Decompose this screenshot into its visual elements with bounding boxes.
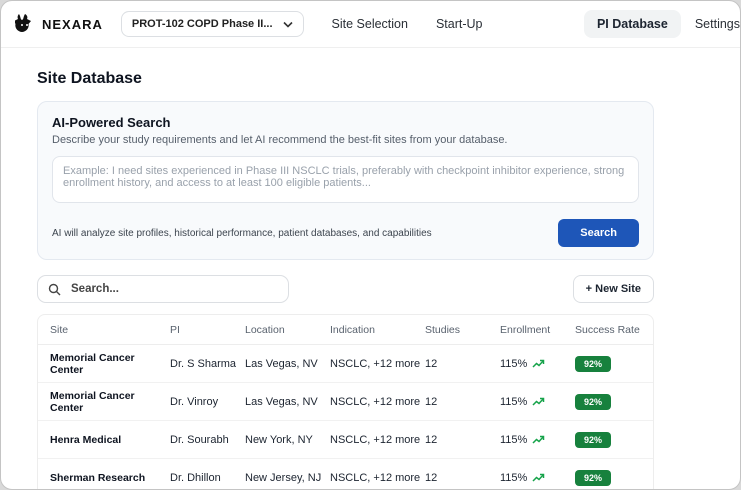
brand: NEXARA bbox=[15, 13, 103, 35]
chevron-down-icon bbox=[282, 21, 293, 28]
ai-search-textarea[interactable] bbox=[52, 156, 639, 203]
top-nav-right: PI Database Settings bbox=[583, 10, 740, 38]
ai-search-subtitle: Describe your study requirements and let… bbox=[52, 134, 508, 146]
protocol-selector-label: PROT-102 COPD Phase II... bbox=[131, 18, 273, 30]
nav-item-site-selection[interactable]: Site Selection bbox=[332, 17, 408, 31]
site-location: Las Vegas, NV bbox=[245, 357, 318, 370]
column-header-site: Site bbox=[50, 323, 69, 336]
pi-name: Dr. Sourabh bbox=[170, 433, 229, 446]
site-name: Sherman Research bbox=[50, 471, 146, 484]
pi-name: Dr. S Sharma bbox=[170, 357, 237, 370]
site-location: New Jersey, NJ bbox=[245, 471, 322, 484]
app-window: NEXARA PROT-102 COPD Phase II... Site Se… bbox=[0, 0, 741, 490]
table-row[interactable]: Memorial Cancer Center Dr. Vinroy Las Ve… bbox=[38, 383, 653, 421]
column-header-indication: Indication bbox=[330, 323, 375, 336]
site-success-rate: 92% bbox=[575, 431, 653, 448]
pi-name: Dr. Dhillon bbox=[170, 471, 221, 484]
ai-search-button[interactable]: Search bbox=[558, 219, 639, 247]
ai-search-title: AI-Powered Search bbox=[52, 115, 171, 130]
success-rate-badge: 92% bbox=[575, 355, 612, 372]
enrollment-value: 115% bbox=[500, 433, 528, 446]
site-indication: NSCLC, +12 more bbox=[330, 395, 421, 408]
success-rate-badge: 92% bbox=[575, 431, 612, 448]
site-name: Memorial Cancer Center bbox=[50, 389, 135, 414]
site-indication: NSCLC, +12 more bbox=[330, 433, 421, 446]
success-rate-badge: 92% bbox=[575, 469, 612, 486]
enrollment-value: 115% bbox=[500, 357, 528, 370]
table-toolbar: + New Site bbox=[37, 275, 654, 303]
site-success-rate: 92% bbox=[575, 393, 653, 410]
site-success-rate: 92% bbox=[575, 469, 653, 486]
site-studies: 12 bbox=[425, 395, 438, 408]
ai-search-footnote: AI will analyze site profiles, historica… bbox=[52, 227, 432, 239]
site-name: Memorial Cancer Center bbox=[50, 351, 135, 376]
site-enrollment: 115% bbox=[500, 472, 575, 484]
brand-name: NEXARA bbox=[42, 16, 103, 32]
site-location: New York, NY bbox=[245, 433, 313, 446]
site-search-input[interactable] bbox=[69, 282, 278, 296]
success-rate-badge: 92% bbox=[575, 393, 612, 410]
trend-up-icon bbox=[532, 397, 545, 406]
top-nav: NEXARA PROT-102 COPD Phase II... Site Se… bbox=[1, 1, 740, 48]
sites-table: Site PI Location Indication Studies Enro… bbox=[37, 314, 654, 489]
column-header-pi: PI bbox=[170, 323, 180, 336]
nav-item-pi-database[interactable]: PI Database bbox=[583, 10, 681, 38]
nav-item-start-up[interactable]: Start-Up bbox=[436, 17, 483, 31]
table-row[interactable]: Sherman Research Dr. Dhillon New Jersey,… bbox=[38, 459, 653, 489]
column-header-location: Location bbox=[245, 323, 285, 336]
enrollment-value: 115% bbox=[500, 395, 528, 408]
nav-item-settings[interactable]: Settings bbox=[695, 17, 740, 31]
pi-name: Dr. Vinroy bbox=[170, 395, 219, 408]
site-name: Henra Medical bbox=[50, 433, 122, 446]
new-site-button[interactable]: + New Site bbox=[572, 275, 654, 303]
column-header-success-rate: Success Rate bbox=[575, 323, 640, 336]
site-search-box[interactable] bbox=[37, 275, 289, 303]
search-icon bbox=[48, 283, 61, 295]
main-content: Site Database AI-Powered Search Describe… bbox=[1, 48, 740, 489]
nexara-logo-icon bbox=[15, 14, 31, 32]
site-indication: NSCLC, +12 more bbox=[330, 357, 421, 370]
column-header-studies: Studies bbox=[425, 323, 461, 336]
site-location: Las Vegas, NV bbox=[245, 395, 318, 408]
site-indication: NSCLC, +12 more bbox=[330, 471, 421, 484]
site-enrollment: 115% bbox=[500, 358, 575, 370]
page-title: Site Database bbox=[37, 70, 142, 87]
site-studies: 12 bbox=[425, 357, 438, 370]
trend-up-icon bbox=[532, 473, 545, 482]
site-enrollment: 115% bbox=[500, 434, 575, 446]
site-success-rate: 92% bbox=[575, 355, 653, 372]
site-studies: 12 bbox=[425, 433, 438, 446]
ai-search-footer: AI will analyze site profiles, historica… bbox=[52, 219, 639, 247]
trend-up-icon bbox=[532, 435, 545, 444]
table-row[interactable]: Henra Medical Dr. Sourabh New York, NY N… bbox=[38, 421, 653, 459]
trend-up-icon bbox=[532, 359, 545, 368]
protocol-selector[interactable]: PROT-102 COPD Phase II... bbox=[120, 11, 304, 37]
ai-search-card: AI-Powered Search Describe your study re… bbox=[37, 101, 654, 260]
table-row[interactable]: Memorial Cancer Center Dr. S Sharma Las … bbox=[38, 345, 653, 383]
site-enrollment: 115% bbox=[500, 396, 575, 408]
enrollment-value: 115% bbox=[500, 471, 528, 484]
column-header-enrollment: Enrollment bbox=[500, 323, 551, 336]
site-studies: 12 bbox=[425, 471, 438, 484]
table-header: Site PI Location Indication Studies Enro… bbox=[38, 315, 653, 345]
